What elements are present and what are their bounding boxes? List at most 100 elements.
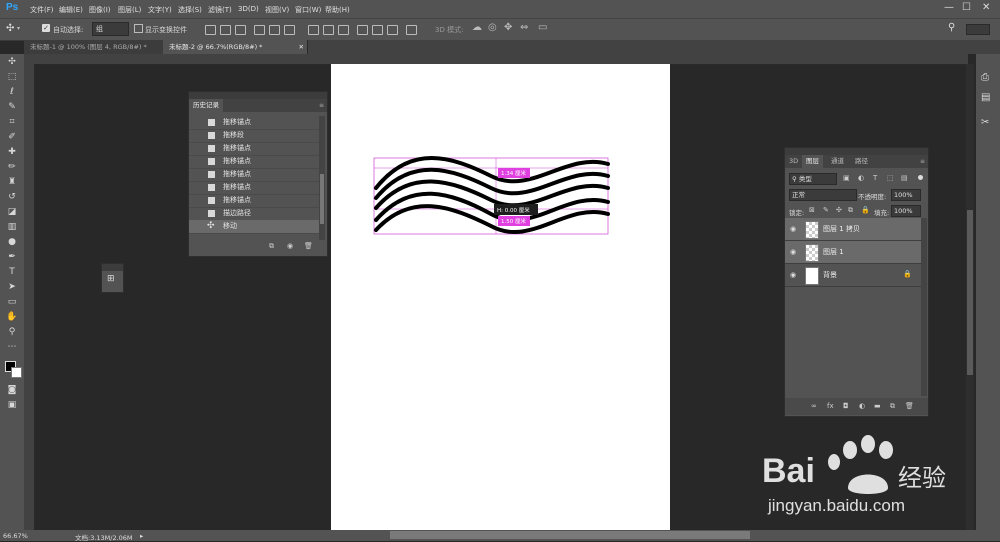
close-icon[interactable]: ✕ [982,2,990,13]
filter-type-icon[interactable]: T [873,174,877,182]
vertical-scroll-thumb[interactable] [967,210,973,375]
history-scroll-thumb[interactable] [320,174,324,224]
pen-tool-icon[interactable]: ✒ [5,251,19,263]
filter-toggle-icon[interactable] [918,175,923,180]
tab-layers[interactable]: 图层 [802,155,823,168]
folder-icon[interactable]: ▬ [874,402,881,410]
info-panel-icon[interactable]: ▤ [981,92,990,103]
healing-tool-icon[interactable]: ✚ [5,146,19,158]
chevron-down-icon[interactable]: ▾ [17,25,20,32]
filter-smart-icon[interactable]: ▤ [901,174,908,182]
align-vcenter-icon[interactable] [220,25,231,35]
opacity-input[interactable]: 100% [891,189,921,201]
link-icon[interactable]: ∞ [811,402,817,410]
tab-close-icon[interactable]: ✕ [299,40,304,54]
distribute-hcenter-icon[interactable] [372,25,383,35]
panel-menu-icon[interactable]: ≡ [920,158,925,165]
tab-3d[interactable]: 3D [785,155,802,168]
distribute-vcenter-icon[interactable] [323,25,334,35]
filter-pixel-icon[interactable]: ▣ [843,174,850,182]
align-left-icon[interactable] [254,25,265,35]
eyedropper-tool-icon[interactable]: ✐ [5,131,19,143]
layer-row[interactable]: ◉ 图层 1 拷贝 [785,218,921,241]
eye-icon[interactable]: ◉ [790,271,796,279]
menu-image[interactable]: 图像(I) [89,5,111,15]
menu-type[interactable]: 文字(Y) [148,5,172,15]
history-item[interactable]: 拖移锚点 [189,155,319,169]
auto-select-dropdown[interactable]: 组 [92,22,129,36]
lock-artboard-icon[interactable]: ⧉ [848,206,853,215]
menu-window[interactable]: 窗口(W) [295,5,321,15]
fx-icon[interactable]: fx [827,402,834,410]
lock-all-icon[interactable]: 🔒 [861,206,870,214]
distribute-bottom-icon[interactable] [338,25,349,35]
trash-icon[interactable]: 🗑 [304,242,313,250]
tab-paths[interactable]: 路径 [851,155,872,168]
3d-orbit-icon[interactable]: ☁ [472,22,482,33]
type-tool-icon[interactable]: T [5,266,19,278]
snapshot-icon[interactable]: ◉ [287,242,293,250]
tab-channels[interactable]: 通道 [827,155,848,168]
layer-row[interactable]: ◉ 图层 1 [785,241,921,264]
history-item[interactable]: 拖移锚点 [189,181,319,195]
history-panel-icon[interactable]: ⎙ [981,72,989,83]
distribute-top-icon[interactable] [308,25,319,35]
3d-pan-icon[interactable]: ✥ [504,22,512,33]
history-brush-tool-icon[interactable]: ↺ [5,191,19,203]
layer-filter-dropdown[interactable]: ⚲ 类型 [789,173,837,185]
new-layer-icon[interactable]: ⧉ [890,402,895,411]
rectangle-tool-icon[interactable]: ▭ [5,296,19,308]
lock-image-icon[interactable]: ✎ [823,206,829,214]
crop-tool-icon[interactable]: ⌗ [5,116,19,128]
distribute-left-icon[interactable] [357,25,368,35]
menu-select[interactable]: 选择(S) [178,5,202,15]
minimize-icon[interactable]: — [944,2,954,13]
hand-tool-icon[interactable]: ✋ [5,311,19,323]
zoom-level[interactable]: 66.67% [3,532,28,540]
menu-edit[interactable]: 编辑(E) [59,5,83,15]
move-tool-icon[interactable]: ✣ [5,56,19,68]
3d-roll-icon[interactable]: ◎ [488,22,497,33]
eye-icon[interactable]: ◉ [790,225,796,233]
workspace-dropdown[interactable] [966,24,990,35]
align-top-icon[interactable] [205,25,216,35]
layer-row[interactable]: ◉ 背景 🔒 [785,264,921,287]
menu-layer[interactable]: 图层(L) [118,5,141,15]
search-icon[interactable]: ⚲ [948,22,955,33]
stamp-tool-icon[interactable]: ♜ [5,176,19,188]
new-document-from-state-icon[interactable]: ⧉ [269,242,274,251]
dodge-tool-icon[interactable]: ● [5,236,19,248]
3d-slide-icon[interactable]: ⇔ [520,22,528,33]
tools-preset-icon[interactable]: ✂ [981,117,989,128]
lasso-tool-icon[interactable]: ℓ [5,86,19,98]
adjustment-icon[interactable]: ◐ [859,402,865,410]
document-canvas[interactable]: 1.34 厘米 H: 0.00 厘米 1.50 厘米 [331,64,670,530]
panel-menu-icon[interactable]: ≡ [319,102,324,109]
history-item[interactable]: 拖移锚点 [189,142,319,156]
path-select-tool-icon[interactable]: ➤ [5,281,19,293]
history-item[interactable]: 拖移锚点 [189,194,319,208]
eraser-tool-icon[interactable]: ◪ [5,206,19,218]
tab-history[interactable]: 历史记录 [189,99,223,112]
align-right-icon[interactable] [284,25,295,35]
history-item[interactable]: 拖移锚点 [189,168,319,182]
maximize-icon[interactable]: ☐ [962,2,971,13]
blend-mode-dropdown[interactable]: 正常 [789,189,857,201]
lock-transparent-icon[interactable]: ⊠ [809,206,815,214]
quick-mask-icon[interactable]: ◙ [5,384,19,396]
auto-select-checkbox[interactable]: ✓ [42,24,50,32]
menu-help[interactable]: 帮助(H) [325,5,350,15]
quick-select-tool-icon[interactable]: ✎ [5,101,19,113]
horizontal-scroll-thumb[interactable] [390,531,750,539]
align-bottom-icon[interactable] [235,25,246,35]
distribute-right-icon[interactable] [387,25,398,35]
background-color-swatch[interactable] [11,367,22,378]
eye-icon[interactable]: ◉ [790,248,796,256]
menu-3d[interactable]: 3D(D) [238,5,259,13]
fill-input[interactable]: 100% [891,205,921,217]
align-hcenter-icon[interactable] [269,25,280,35]
history-item[interactable]: 描边路径 [189,207,319,221]
menu-view[interactable]: 视图(V) [265,5,289,15]
3d-scale-icon[interactable]: ▭ [538,22,547,33]
mask-icon[interactable]: ◘ [843,402,849,410]
